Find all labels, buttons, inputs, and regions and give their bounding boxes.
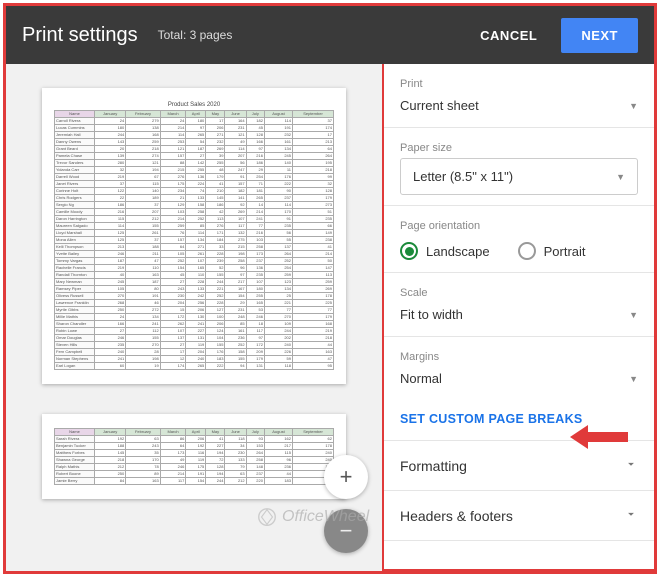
orientation-landscape-radio[interactable]: Landscape bbox=[400, 242, 490, 260]
header-bar: Print settings Total: 3 pages CANCEL NEX… bbox=[6, 6, 654, 64]
margins-dropdown[interactable]: Normal ▼ bbox=[400, 367, 638, 390]
chevron-down-icon bbox=[624, 507, 638, 524]
chevron-down-icon bbox=[624, 457, 638, 474]
print-value: Current sheet bbox=[400, 98, 479, 113]
set-custom-page-breaks-link[interactable]: SET CUSTOM PAGE BREAKS bbox=[384, 400, 654, 441]
margins-label: Margins bbox=[400, 351, 638, 363]
zoom-in-button[interactable]: + bbox=[324, 455, 368, 499]
cancel-button[interactable]: CANCEL bbox=[466, 20, 551, 51]
margins-value: Normal bbox=[400, 371, 442, 386]
settings-sidebar: Print Current sheet ▼ Paper size Letter … bbox=[382, 64, 654, 571]
paper-size-label: Paper size bbox=[400, 142, 638, 154]
orientation-portrait-radio[interactable]: Portrait bbox=[518, 242, 586, 260]
preview-table: NameJanuaryFebruaryMarchAprilMayJuneJuly… bbox=[54, 110, 334, 370]
headers-footers-label: Headers & footers bbox=[400, 508, 513, 524]
preview-page-2: NameJanuaryFebruaryMarchAprilMayJuneJuly… bbox=[42, 414, 346, 499]
paper-size-value: Letter (8.5" x 11") bbox=[413, 169, 513, 184]
preview-page-1: Product Sales 2020 NameJanuaryFebruaryMa… bbox=[42, 88, 346, 384]
portrait-label: Portrait bbox=[544, 244, 586, 259]
radio-unchecked-icon bbox=[518, 242, 536, 260]
scale-value: Fit to width bbox=[400, 307, 463, 322]
dropdown-arrow-icon: ▼ bbox=[616, 172, 625, 182]
dropdown-arrow-icon: ▼ bbox=[629, 310, 638, 320]
paper-size-dropdown[interactable]: Letter (8.5" x 11") ▼ bbox=[400, 158, 638, 195]
print-dropdown[interactable]: Current sheet ▼ bbox=[400, 94, 638, 117]
orientation-label: Page orientation bbox=[400, 220, 638, 232]
print-label: Print bbox=[400, 78, 638, 90]
next-button[interactable]: NEXT bbox=[561, 18, 638, 53]
zoom-out-button[interactable]: − bbox=[324, 509, 368, 553]
page-title: Print settings bbox=[22, 24, 138, 47]
headers-footers-expander[interactable]: Headers & footers bbox=[384, 491, 654, 541]
sheet-title: Product Sales 2020 bbox=[54, 102, 334, 110]
scale-dropdown[interactable]: Fit to width ▼ bbox=[400, 303, 638, 326]
preview-table: NameJanuaryFebruaryMarchAprilMayJuneJuly… bbox=[54, 428, 334, 485]
scale-label: Scale bbox=[400, 287, 638, 299]
formatting-label: Formatting bbox=[400, 458, 467, 474]
print-preview-pane: Product Sales 2020 NameJanuaryFebruaryMa… bbox=[6, 64, 382, 571]
page-count: Total: 3 pages bbox=[158, 28, 233, 42]
dropdown-arrow-icon: ▼ bbox=[629, 101, 638, 111]
landscape-label: Landscape bbox=[426, 244, 490, 259]
radio-checked-icon bbox=[400, 242, 418, 260]
dropdown-arrow-icon: ▼ bbox=[629, 374, 638, 384]
formatting-expander[interactable]: Formatting bbox=[384, 441, 654, 491]
